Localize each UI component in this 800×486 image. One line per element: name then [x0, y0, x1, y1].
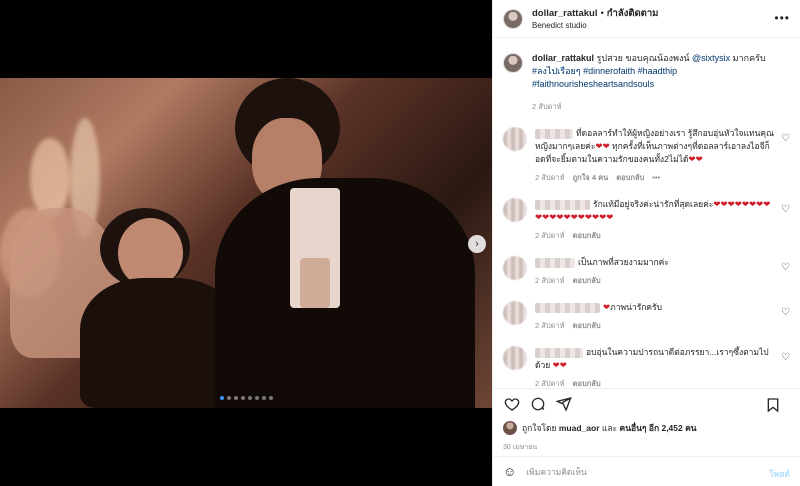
comment-time: 2 สัปดาห์ — [535, 379, 565, 388]
commenter-avatar[interactable] — [503, 346, 527, 370]
post-actions — [493, 388, 800, 418]
reply-button[interactable]: ตอบกลับ — [573, 321, 601, 330]
carousel-dot[interactable] — [240, 396, 245, 400]
comments-section: dollar_rattakul รูปสวย ขอบคุณน้องพงน์ @s… — [493, 38, 800, 388]
next-slide-button[interactable]: › — [468, 235, 486, 253]
caption-username[interactable]: dollar_rattakul — [532, 53, 594, 63]
caption-mention[interactable]: @sixtysix — [692, 53, 730, 63]
commenter-username-blurred[interactable] — [535, 347, 583, 358]
comment-input[interactable] — [526, 466, 747, 477]
author-avatar[interactable] — [503, 8, 523, 29]
comment-like-icon[interactable]: ♡ — [781, 133, 790, 144]
likes-summary: ถูกใจโดย muad_aor และ คนอื่นๆ อีก 2,452 … — [493, 418, 800, 436]
add-comment-bar: ☺ โพสต์ — [493, 456, 800, 486]
post-header: dollar_rattakul • กำลังติดตาม Benedict stu… — [493, 0, 800, 38]
instagram-post: › dollar_rattakul • กำลังติดตาม Benedict s… — [0, 0, 800, 486]
caption-text: dollar_rattakul รูปสวย ขอบคุณน้องพงน์ @s… — [532, 52, 782, 91]
comment-like-icon[interactable]: ♡ — [781, 307, 790, 318]
post-sidebar: dollar_rattakul • กำลังติดตาม Benedict stu… — [492, 0, 800, 486]
commenter-avatar[interactable] — [503, 198, 527, 222]
liker-username[interactable]: muad_aor — [559, 423, 600, 433]
carousel-dot[interactable] — [226, 396, 231, 400]
liker-avatar[interactable] — [503, 421, 517, 435]
caption-avatar[interactable] — [503, 53, 523, 73]
commenter-username-blurred[interactable] — [535, 302, 600, 313]
author-username[interactable]: dollar_rattakul — [532, 8, 597, 19]
post-comment-button[interactable]: โพสต์ — [769, 467, 790, 481]
commenter-username-blurred[interactable] — [535, 199, 590, 210]
commenter-username-blurred[interactable] — [535, 257, 575, 268]
reply-button[interactable]: ตอบกลับ — [616, 173, 644, 182]
post-media: › — [0, 0, 492, 486]
carousel-dot[interactable] — [254, 396, 259, 400]
comment-time: 2 สัปดาห์ — [535, 321, 565, 330]
comment-item: ที่ดอลลาร์ทำให้ผู้หญิงอย่างเรา รู้สึกอบอ… — [503, 127, 790, 184]
commenter-avatar[interactable] — [503, 301, 527, 325]
commenter-avatar[interactable] — [503, 127, 527, 151]
comment-icon[interactable] — [529, 395, 547, 413]
caption-text-1: รูปสวย ขอบคุณน้องพงน์ — [596, 53, 690, 63]
like-icon[interactable] — [503, 395, 521, 413]
post-caption: dollar_rattakul รูปสวย ขอบคุณน้องพงน์ @s… — [503, 52, 790, 113]
following-button[interactable]: กำลังติดตาม — [607, 8, 659, 19]
more-options-icon[interactable]: ••• — [774, 11, 790, 25]
carousel-dot[interactable] — [233, 396, 238, 400]
liked-by-middle: และ — [601, 423, 618, 433]
reply-button[interactable]: ตอบกลับ — [573, 231, 601, 240]
comment-text: ❤ภาพน่ารักครับ — [603, 302, 663, 312]
share-icon[interactable] — [555, 395, 573, 413]
carousel-dot[interactable] — [247, 396, 252, 400]
comment-time: 2 สัปดาห์ — [535, 276, 565, 285]
comment-text: เป็นภาพที่สวยงามมากค่ะ — [578, 257, 669, 267]
carousel-dots — [0, 396, 492, 400]
comment-item: เป็นภาพที่สวยงามมากค่ะ 2 สัปดาห์ ตอบกลับ … — [503, 256, 790, 287]
commenter-avatar[interactable] — [503, 256, 527, 280]
header-separator: • — [600, 7, 604, 19]
emoji-icon[interactable]: ☺ — [503, 464, 516, 479]
save-bookmark-icon[interactable] — [764, 396, 782, 414]
comment-like-icon[interactable]: ♡ — [781, 204, 790, 215]
reply-button[interactable]: ตอบกลับ — [573, 276, 601, 285]
comment-item: รักแท้มีอยู่จริงค่ะน่ารักที่สุดเลยค่ะ❤❤❤… — [503, 198, 790, 242]
post-date: 30 เมษายน — [503, 444, 538, 451]
comment-like-icon[interactable]: ♡ — [781, 352, 790, 363]
carousel-dot[interactable] — [261, 396, 266, 400]
post-photo[interactable] — [0, 78, 492, 408]
carousel-dot[interactable] — [268, 396, 273, 400]
comment-likes[interactable]: ถูกใจ 4 คน — [573, 173, 609, 182]
caption-text-2: มากครับ — [732, 53, 766, 63]
commenter-username-blurred[interactable] — [535, 128, 573, 139]
comment-item: อบอุ่นในความปารถนาดีต่อภรรยา...เราๆซึ้งต… — [503, 346, 790, 388]
carousel-dot[interactable] — [219, 396, 224, 400]
comment-options-icon[interactable]: ••• — [652, 173, 660, 182]
comment-item: ❤ภาพน่ารักครับ 2 สัปดาห์ ตอบกลับ ♡ — [503, 301, 790, 332]
caption-time: 2 สัปดาห์ — [532, 102, 562, 111]
caption-hashtags[interactable]: #ลงไปเรือยๆ #dinnerofaith #haadthip #fai… — [532, 66, 677, 89]
post-location[interactable]: Benedict studio — [532, 20, 658, 32]
comment-like-icon[interactable]: ♡ — [781, 262, 790, 273]
reply-button[interactable]: ตอบกลับ — [573, 379, 601, 388]
liked-by-prefix: ถูกใจโดย — [522, 423, 557, 433]
likes-others[interactable]: คนอื่นๆ อีก 2,452 คน — [620, 423, 697, 433]
comment-time: 2 สัปดาห์ — [535, 173, 565, 182]
comment-time: 2 สัปดาห์ — [535, 231, 565, 240]
